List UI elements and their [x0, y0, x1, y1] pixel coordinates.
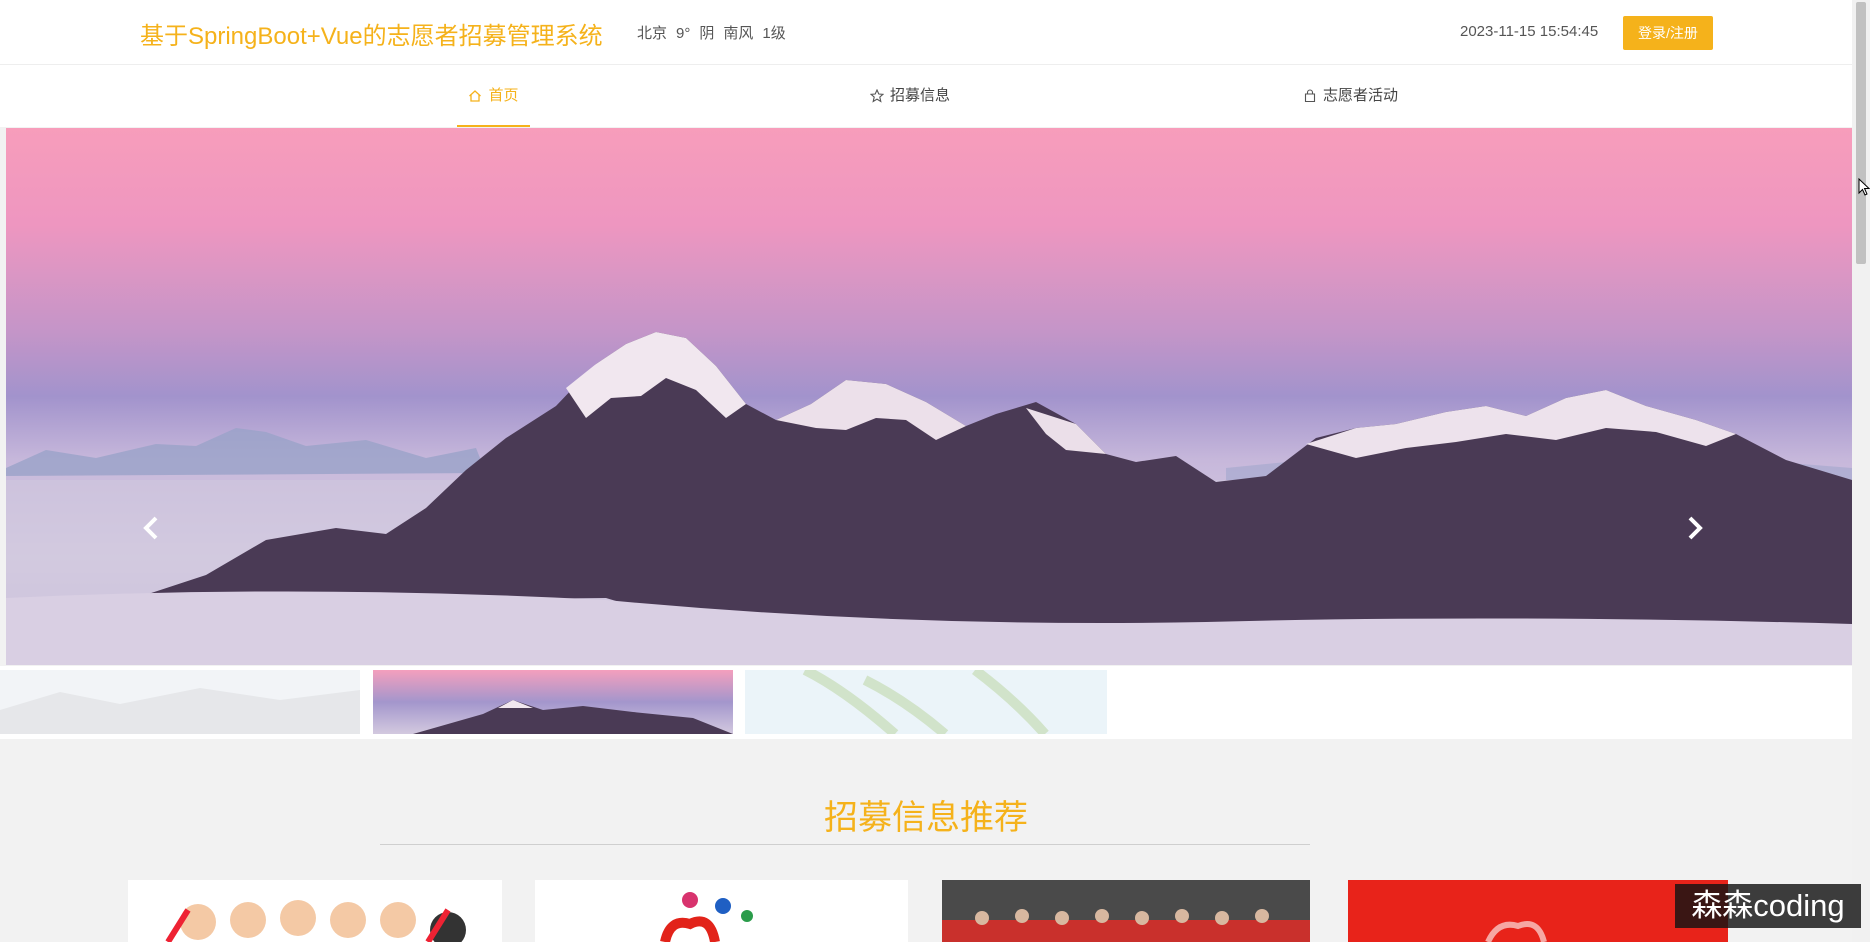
recruitment-card[interactable] [1348, 880, 1728, 942]
carousel-thumbnails [0, 666, 1852, 739]
main-nav: 首页 招募信息 志愿者活动 [0, 65, 1852, 127]
recruitment-card[interactable] [942, 880, 1310, 942]
weather-city: 北京 [637, 25, 668, 42]
weather-temp: 9° [676, 25, 691, 42]
chevron-right-icon [1688, 516, 1703, 540]
nav-item-label: 志愿者活动 [1323, 87, 1399, 104]
heart-logo-image [535, 880, 908, 942]
site-title[interactable]: 基于SpringBoot+Vue的志愿者招募管理系统 [140, 16, 603, 51]
thumbnail-3[interactable] [745, 670, 1107, 734]
bag-icon [1303, 89, 1317, 103]
watermark: 森森coding [1675, 884, 1861, 928]
nav-item-label: 首页 [488, 87, 519, 104]
mountain-banner-image [6, 332, 1852, 665]
banner-carousel[interactable] [6, 128, 1852, 665]
mouse-cursor-icon [1858, 177, 1870, 201]
nav-item-home[interactable]: 首页 [457, 65, 530, 127]
top-header: 基于SpringBoot+Vue的志愿者招募管理系统 北京 9° 阴南风 1级 202… [0, 0, 1852, 65]
nav-item-activities[interactable]: 志愿者活动 [1303, 65, 1398, 127]
nav-item-recruitment[interactable]: 招募信息 [870, 65, 950, 127]
recruitment-card[interactable] [128, 880, 502, 942]
carousel-next-button[interactable] [1678, 503, 1714, 553]
star-icon [870, 89, 884, 103]
snow-landscape-thumbnail [0, 670, 360, 734]
weather-condition: 阴 [699, 25, 715, 42]
volunteer-crowd-image [128, 880, 502, 942]
palm-beach-thumbnail [745, 670, 1107, 734]
mountain-thumbnail [373, 670, 733, 734]
weather-wind: 南风 [723, 25, 754, 42]
section-divider [380, 844, 1310, 845]
home-icon [468, 89, 482, 103]
section-title: 招募信息推荐 [824, 799, 1028, 837]
current-datetime: 2023-11-15 15:54:45 [1460, 23, 1599, 40]
group-photo-image [942, 880, 1310, 942]
weather-wind-level: 1级 [762, 25, 786, 42]
red-heart-poster-image [1348, 880, 1728, 942]
chevron-left-icon [143, 516, 158, 540]
nav-item-label: 招募信息 [890, 87, 951, 104]
thumbnail-2-active[interactable] [373, 670, 733, 734]
recruitment-card[interactable] [535, 880, 908, 942]
thumbnail-1[interactable] [0, 670, 360, 734]
weather-widget: 北京 9° 阴南风 1级 [637, 22, 795, 43]
scrollbar-thumb[interactable] [1856, 2, 1866, 264]
login-register-button[interactable]: 登录/注册 [1623, 16, 1713, 50]
carousel-prev-button[interactable] [132, 503, 168, 553]
page-scrollbar[interactable] [1852, 0, 1870, 942]
